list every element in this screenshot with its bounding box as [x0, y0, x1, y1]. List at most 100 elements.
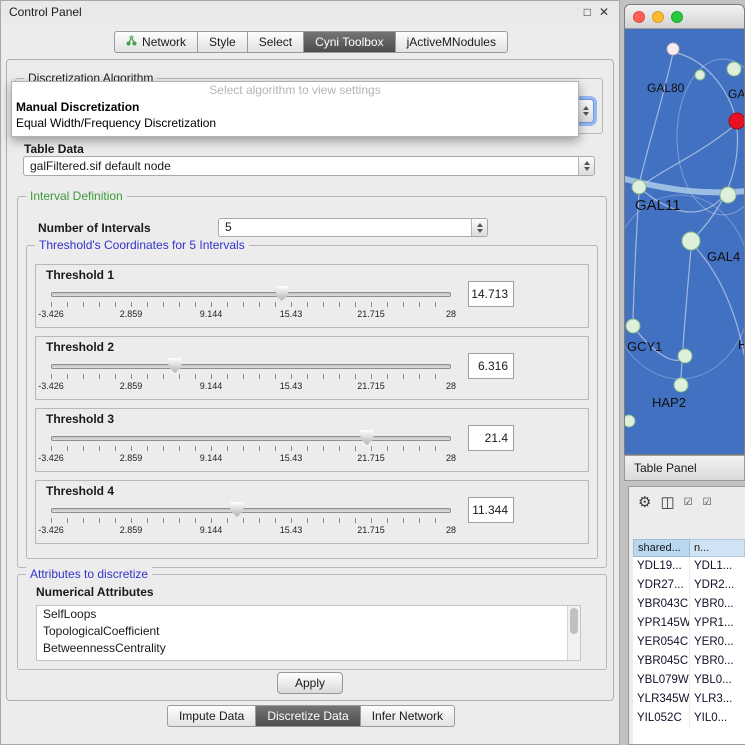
table-row[interactable]: YLR345WYLR3...	[633, 690, 745, 709]
tab-jactivemnodules[interactable]: jActiveMNodules	[396, 31, 508, 53]
threshold-label: Threshold 2	[46, 340, 114, 354]
table-data-value: galFiltered.sif default node	[24, 157, 594, 175]
table-row[interactable]: YDL19...YDL1...	[633, 557, 745, 576]
axis-tick-label: 9.144	[200, 525, 223, 535]
network-node[interactable]	[695, 70, 705, 80]
axis-tick-label: -3.426	[38, 525, 64, 535]
checkbox-icon[interactable]: ☑	[684, 497, 694, 508]
table-toolbar: ⚙ ◫ ☑ ☑	[629, 487, 745, 517]
node-label: GAL11	[635, 197, 681, 214]
table-row[interactable]: YPR145WYPR1...	[633, 614, 745, 633]
column-header-name[interactable]: n...	[690, 539, 745, 557]
threshold-value-field[interactable]: 21.4	[468, 425, 514, 451]
network-nodes	[625, 43, 744, 427]
network-node[interactable]	[678, 349, 692, 363]
network-node[interactable]	[720, 187, 736, 203]
axis-tick-label: 28	[446, 525, 456, 535]
tab-impute-data[interactable]: Impute Data	[167, 705, 256, 727]
list-item[interactable]: BetweennessCentrality	[37, 640, 580, 657]
threshold-value-field[interactable]: 14.713	[468, 281, 514, 307]
network-node[interactable]	[727, 62, 741, 76]
combo-arrows-icon[interactable]	[471, 219, 487, 236]
node-table: shared... n... YDL19...YDL1... YDR27...Y…	[633, 539, 745, 744]
slider-tick-labels: -3.426 2.859 9.144 15.43 21.715 28	[51, 309, 451, 320]
slider-track[interactable]	[51, 508, 451, 513]
table-panel-header: Table Panel	[624, 455, 745, 481]
table-row[interactable]: YIL052CYIL0...	[633, 709, 745, 728]
interval-definition-group: Interval Definition Number of Intervals …	[17, 196, 607, 568]
checkbox-icon[interactable]: ☑	[703, 497, 713, 508]
minimize-traffic-light-icon[interactable]	[652, 11, 664, 23]
slider-track[interactable]	[51, 436, 451, 441]
network-node[interactable]	[667, 43, 679, 55]
tab-cyni-toolbox[interactable]: Cyni Toolbox	[304, 31, 395, 53]
zoom-traffic-light-icon[interactable]	[671, 11, 683, 23]
tab-select[interactable]: Select	[248, 31, 304, 53]
thresholds-group-title: Threshold's Coordinates for 5 Intervals	[35, 238, 249, 252]
axis-tick-label: 21.715	[357, 453, 385, 463]
slider-track[interactable]	[51, 292, 451, 297]
network-node[interactable]	[682, 232, 700, 250]
slider-thumb[interactable]	[231, 502, 244, 517]
close-window-icon[interactable]: ✕	[599, 1, 609, 23]
tab-infer-network[interactable]: Infer Network	[361, 705, 455, 727]
table-data-combobox[interactable]: galFiltered.sif default node	[23, 156, 595, 176]
slider-thumb[interactable]	[275, 286, 288, 301]
popup-option-equal-width-frequency[interactable]: Equal Width/Frequency Discretization	[12, 115, 578, 131]
table-header-row: shared... n...	[633, 539, 745, 557]
table-row[interactable]: YBR045CYBR0...	[633, 652, 745, 671]
threshold-value-field[interactable]: 6.316	[468, 353, 514, 379]
threshold-slider[interactable]: -3.426 2.859 9.144 15.43 21.715 28	[51, 285, 451, 323]
scrollbar-thumb[interactable]	[570, 608, 578, 634]
threshold-slider[interactable]: -3.426 2.859 9.144 15.43 21.715 28	[51, 429, 451, 467]
network-node[interactable]	[625, 415, 635, 427]
gear-icon[interactable]: ⚙	[638, 493, 651, 511]
node-table-window: ⚙ ◫ ☑ ☑ shared... n... YDL19...YDL1... Y…	[628, 486, 745, 745]
node-label: GCY1	[627, 339, 662, 354]
close-traffic-light-icon[interactable]	[633, 11, 645, 23]
number-of-intervals-combobox[interactable]: 5	[218, 218, 488, 237]
tab-style[interactable]: Style	[198, 31, 248, 53]
interval-definition-title: Interval Definition	[26, 189, 127, 203]
network-node[interactable]	[632, 180, 646, 194]
threshold-4-panel: Threshold 4 11.344 -3.426 2.859 9.144 15…	[35, 480, 589, 544]
combo-arrows-icon[interactable]	[577, 100, 593, 122]
apply-button[interactable]: Apply	[277, 672, 343, 694]
network-canvas[interactable]: GAL80 GA GAL11 GAL4 GCY1 H HAP2	[625, 29, 744, 454]
axis-tick-label: 9.144	[200, 453, 223, 463]
control-panel-title: Control Panel	[9, 5, 82, 19]
number-of-intervals-label: Number of Intervals	[38, 221, 151, 235]
slider-track[interactable]	[51, 364, 451, 369]
network-window-titlebar	[625, 5, 744, 29]
axis-tick-label: 21.715	[357, 525, 385, 535]
network-node[interactable]	[626, 319, 640, 333]
list-item[interactable]: SelfLoops	[37, 606, 580, 623]
table-row[interactable]: YBL079WYBL0...	[633, 671, 745, 690]
float-window-icon[interactable]: □	[584, 1, 591, 23]
combo-arrows-icon[interactable]	[578, 157, 594, 175]
control-panel-window: Control Panel □ ✕ Network Style Select C…	[0, 0, 620, 745]
tab-discretize-data[interactable]: Discretize Data	[256, 705, 360, 727]
network-icon	[126, 35, 137, 49]
threshold-slider[interactable]: -3.426 2.859 9.144 15.43 21.715 28	[51, 357, 451, 395]
table-row[interactable]: YER054CYER0...	[633, 633, 745, 652]
list-scrollbar[interactable]	[567, 606, 580, 660]
tab-network[interactable]: Network	[114, 31, 198, 53]
table-row[interactable]: YDR27...YDR2...	[633, 576, 745, 595]
cyni-bottom-tab-bar: Impute Data Discretize Data Infer Networ…	[1, 705, 621, 727]
slider-tick-labels: -3.426 2.859 9.144 15.43 21.715 28	[51, 525, 451, 536]
axis-tick-label: 15.43	[280, 309, 303, 319]
network-node-selected-red[interactable]	[729, 113, 744, 129]
table-row[interactable]: YBR043CYBR0...	[633, 595, 745, 614]
columns-icon[interactable]: ◫	[660, 493, 674, 511]
network-node[interactable]	[674, 378, 688, 392]
threshold-value-field[interactable]: 11.344	[468, 497, 514, 523]
threshold-slider[interactable]: -3.426 2.859 9.144 15.43 21.715 28	[51, 501, 451, 539]
slider-thumb[interactable]	[169, 358, 182, 373]
popup-option-manual-discretization[interactable]: Manual Discretization	[12, 99, 578, 115]
table-data-label: Table Data	[24, 142, 84, 156]
list-item[interactable]: TopologicalCoefficient	[37, 623, 580, 640]
column-header-shared-name[interactable]: shared...	[633, 539, 690, 557]
node-label: GA	[728, 87, 744, 101]
slider-thumb[interactable]	[361, 430, 374, 445]
